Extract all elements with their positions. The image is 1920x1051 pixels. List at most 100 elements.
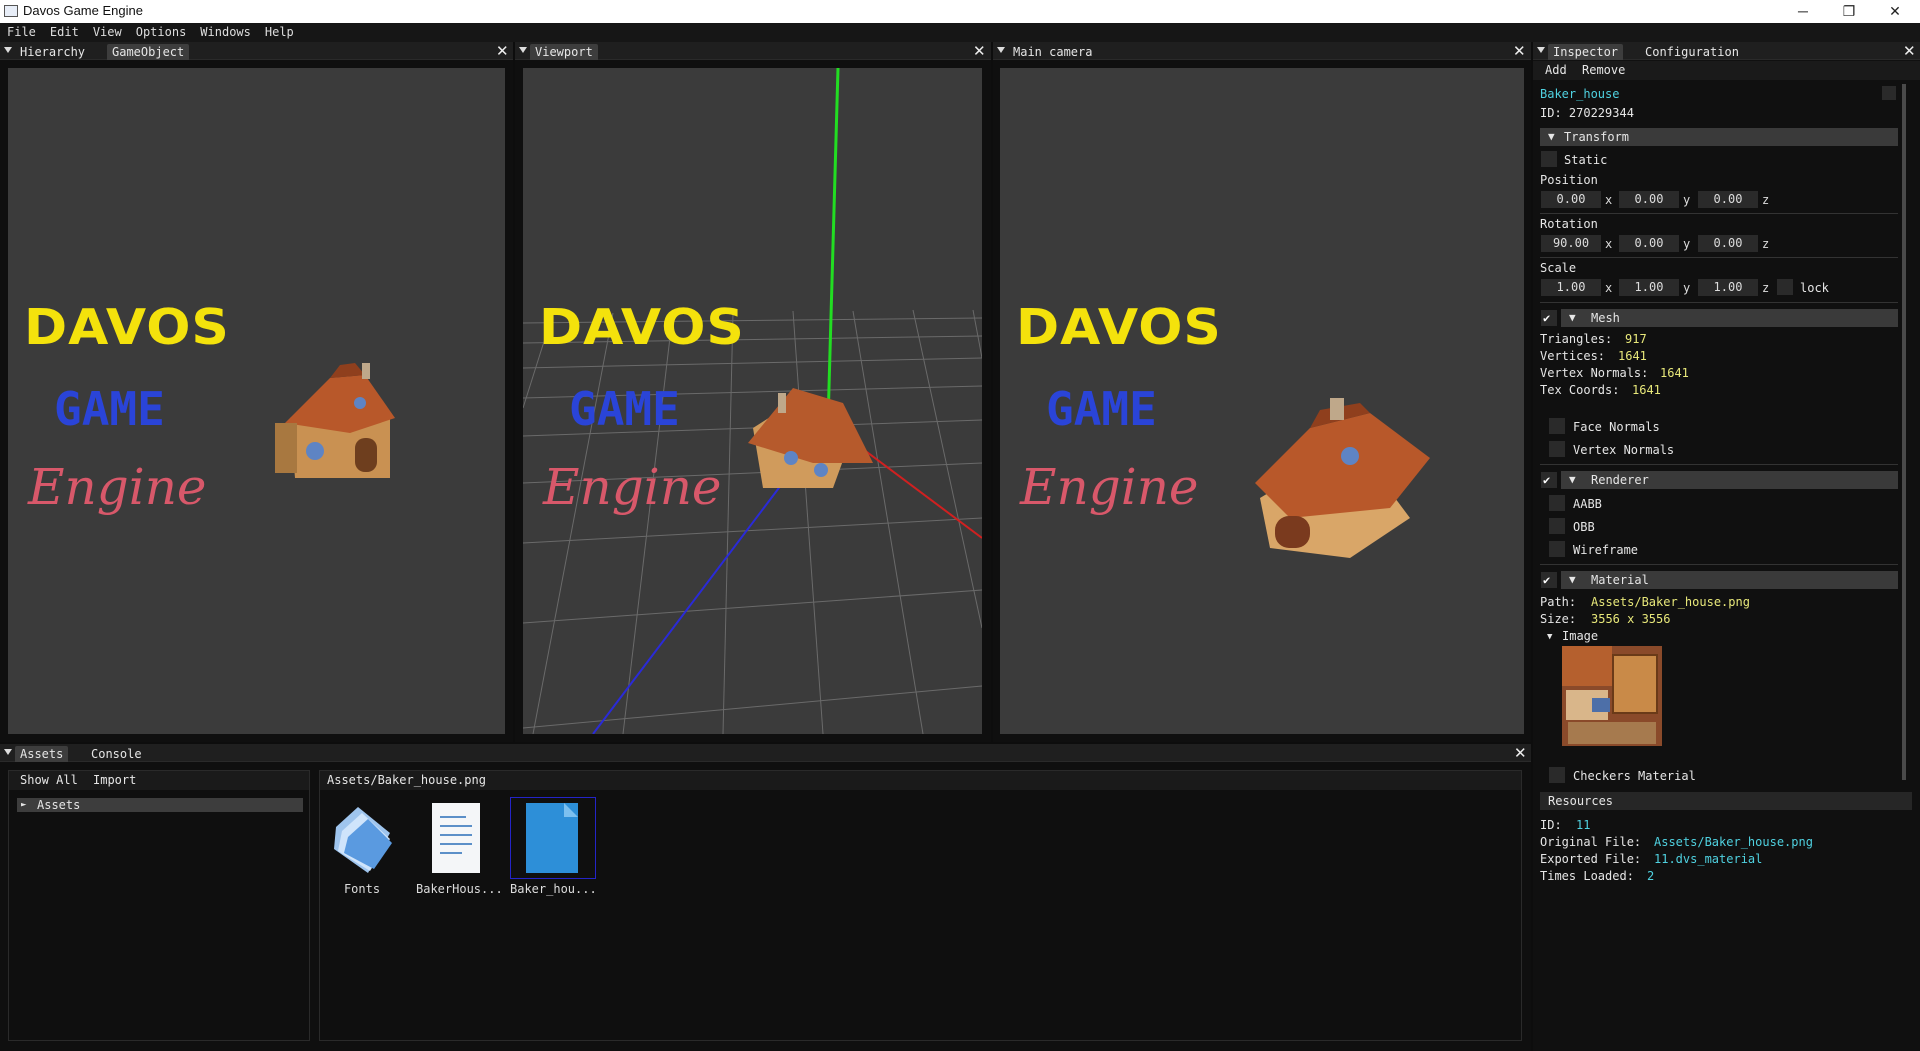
position-y-field[interactable]: 0.00 bbox=[1619, 191, 1679, 208]
scale-lock-checkbox[interactable] bbox=[1777, 279, 1793, 295]
position-x-field[interactable]: 0.00 bbox=[1541, 191, 1601, 208]
obb-checkbox[interactable] bbox=[1549, 518, 1565, 534]
tab-assets[interactable]: Assets bbox=[15, 746, 69, 762]
asset-file-baker-house-png[interactable]: Baker_hou... bbox=[510, 797, 597, 896]
asset-file-bakerhouse-fbx[interactable]: BakerHous... bbox=[416, 799, 503, 896]
resources-header[interactable]: Resources bbox=[1540, 792, 1912, 810]
camera-tabbar: Main camera ✕ bbox=[993, 42, 1531, 60]
collapse-triangle-icon[interactable] bbox=[4, 749, 12, 755]
scale-label: Scale bbox=[1540, 261, 1577, 275]
menu-bar: File Edit View Options Windows Help bbox=[0, 23, 1920, 42]
vertices-value: 1641 bbox=[1618, 349, 1647, 363]
menu-help[interactable]: Help bbox=[258, 23, 301, 42]
minimize-button[interactable]: ─ bbox=[1780, 0, 1826, 23]
face-normals-checkbox[interactable] bbox=[1549, 418, 1565, 434]
tex-coords-label: Tex Coords: bbox=[1540, 383, 1620, 397]
inspector-scrollbar[interactable] bbox=[1902, 84, 1906, 780]
tab-gameobject[interactable]: GameObject bbox=[107, 44, 190, 60]
tab-hierarchy[interactable]: Hierarchy bbox=[15, 44, 90, 60]
asset-label: Baker_hou... bbox=[510, 882, 597, 896]
menu-view[interactable]: View bbox=[86, 23, 129, 42]
close-icon[interactable]: ✕ bbox=[973, 42, 986, 60]
material-path-value: Assets/Baker_house.png bbox=[1591, 595, 1750, 609]
close-icon[interactable]: ✕ bbox=[1903, 42, 1916, 60]
image-node-label[interactable]: Image bbox=[1562, 629, 1598, 643]
active-checkbox[interactable] bbox=[1882, 86, 1896, 100]
collapse-triangle-icon[interactable] bbox=[519, 47, 527, 53]
asset-folder-fonts[interactable]: Fonts bbox=[328, 799, 396, 896]
close-icon[interactable]: ✕ bbox=[1514, 744, 1527, 762]
scale-x-field[interactable]: 1.00 bbox=[1541, 279, 1601, 296]
object-name[interactable]: Baker_house bbox=[1540, 87, 1619, 101]
scene-preview-left[interactable]: DAVOS GAME Engine bbox=[8, 68, 505, 734]
camera-view[interactable]: DAVOS GAME Engine bbox=[1000, 68, 1524, 734]
logo-davos: DAVOS bbox=[24, 299, 230, 357]
face-normals-label: Face Normals bbox=[1573, 420, 1660, 434]
tab-viewport[interactable]: Viewport bbox=[530, 44, 598, 60]
remove-component-button[interactable]: Remove bbox=[1582, 63, 1625, 77]
tab-configuration[interactable]: Configuration bbox=[1640, 44, 1744, 60]
material-size-value: 3556 x 3556 bbox=[1591, 612, 1671, 626]
tree-item-assets[interactable]: ► Assets bbox=[17, 798, 303, 812]
axis-x-label: x bbox=[1605, 193, 1613, 207]
title-bar: Davos Game Engine ─ ❐ ✕ bbox=[0, 0, 1920, 23]
document-icon bbox=[432, 803, 480, 873]
aabb-checkbox[interactable] bbox=[1549, 495, 1565, 511]
material-header[interactable]: ▼ Material bbox=[1561, 571, 1898, 589]
object-id: ID: 270229344 bbox=[1540, 106, 1634, 120]
expand-triangle-icon: ▼ bbox=[1569, 573, 1576, 586]
mesh-header[interactable]: ▼ Mesh bbox=[1561, 309, 1898, 327]
scale-y-field[interactable]: 1.00 bbox=[1619, 279, 1679, 296]
close-icon[interactable]: ✕ bbox=[1513, 42, 1526, 60]
maximize-button[interactable]: ❐ bbox=[1826, 0, 1872, 23]
collapse-triangle-icon[interactable] bbox=[1537, 47, 1545, 53]
mesh-enabled-checkbox[interactable]: ✔ bbox=[1541, 310, 1557, 326]
tab-main-camera[interactable]: Main camera bbox=[1008, 44, 1097, 60]
vertex-normals-checkbox[interactable] bbox=[1549, 441, 1565, 457]
material-enabled-checkbox[interactable]: ✔ bbox=[1541, 572, 1557, 588]
rotation-y-field[interactable]: 0.00 bbox=[1619, 235, 1679, 252]
divider bbox=[1540, 564, 1898, 565]
menu-file[interactable]: File bbox=[0, 23, 43, 42]
close-window-button[interactable]: ✕ bbox=[1872, 0, 1918, 23]
divider bbox=[1540, 213, 1898, 214]
checkers-material-label: Checkers Material bbox=[1573, 769, 1696, 783]
tab-inspector[interactable]: Inspector bbox=[1548, 44, 1624, 60]
collapse-triangle-icon[interactable] bbox=[4, 47, 12, 53]
menu-windows[interactable]: Windows bbox=[193, 23, 258, 42]
import-button[interactable]: Import bbox=[93, 773, 136, 787]
scene-viewport[interactable]: DAVOS GAME Engine bbox=[523, 68, 982, 734]
axis-z-label: z bbox=[1762, 237, 1770, 251]
renderer-header[interactable]: ▼ Renderer bbox=[1561, 471, 1898, 489]
static-checkbox[interactable] bbox=[1541, 151, 1557, 167]
expand-triangle-icon[interactable]: ▼ bbox=[1547, 632, 1552, 642]
y-axis-line bbox=[826, 68, 840, 424]
scale-z-field[interactable]: 1.00 bbox=[1698, 279, 1758, 296]
rotation-x-field[interactable]: 90.00 bbox=[1541, 235, 1601, 252]
app-icon bbox=[4, 5, 18, 17]
vertices-label: Vertices: bbox=[1540, 349, 1606, 363]
inspector-tabbar: Inspector Configuration ✕ bbox=[1533, 42, 1920, 60]
asset-browser-pane: Assets/Baker_house.png Fonts BakerHous..… bbox=[319, 770, 1522, 1041]
show-all-button[interactable]: Show All bbox=[20, 773, 78, 787]
axis-y-label: y bbox=[1683, 237, 1691, 251]
lock-label: lock bbox=[1800, 281, 1829, 295]
menu-options[interactable]: Options bbox=[129, 23, 194, 42]
resource-id-label: ID: bbox=[1540, 818, 1562, 832]
menu-edit[interactable]: Edit bbox=[43, 23, 86, 42]
checkers-material-checkbox[interactable] bbox=[1549, 767, 1565, 783]
rotation-z-field[interactable]: 0.00 bbox=[1698, 235, 1758, 252]
add-component-button[interactable]: Add bbox=[1545, 63, 1567, 77]
tab-console[interactable]: Console bbox=[86, 746, 147, 762]
close-icon[interactable]: ✕ bbox=[496, 42, 509, 60]
obb-label: OBB bbox=[1573, 520, 1595, 534]
transform-header[interactable]: ▼ Transform bbox=[1540, 128, 1898, 146]
wireframe-checkbox[interactable] bbox=[1549, 541, 1565, 557]
position-z-field[interactable]: 0.00 bbox=[1698, 191, 1758, 208]
collapse-triangle-icon[interactable] bbox=[997, 47, 1005, 53]
renderer-enabled-checkbox[interactable]: ✔ bbox=[1541, 472, 1557, 488]
expand-arrow-icon: ► bbox=[21, 800, 27, 810]
asset-toolbar: Show All Import bbox=[9, 771, 309, 790]
divider bbox=[1540, 257, 1898, 258]
expand-triangle-icon: ▼ bbox=[1569, 473, 1576, 486]
